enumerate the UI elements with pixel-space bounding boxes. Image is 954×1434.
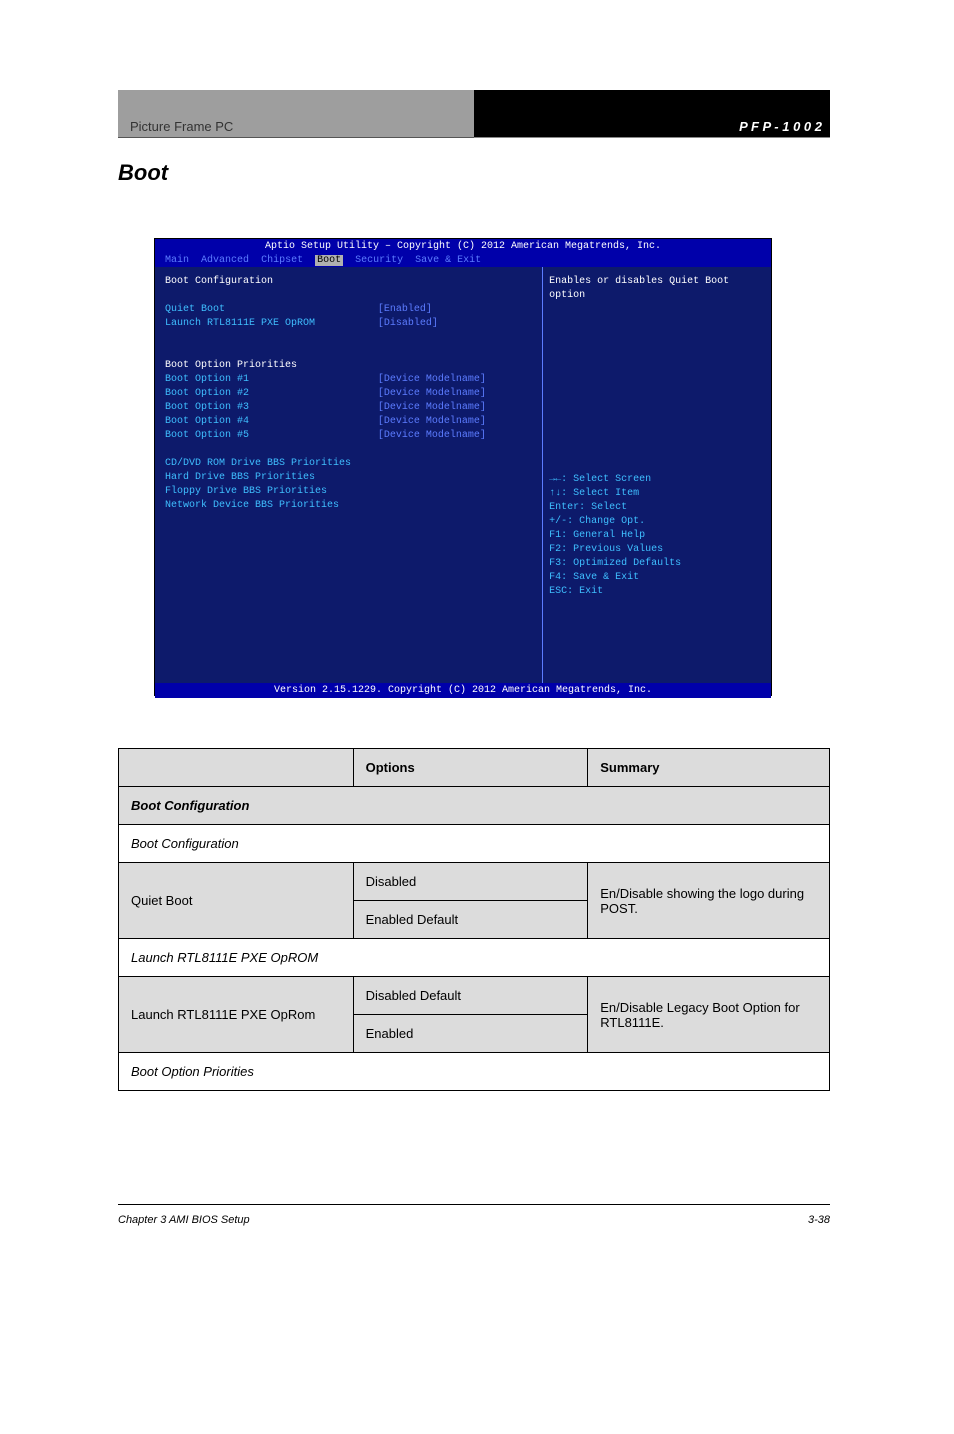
bbs-floppy[interactable]: Floppy Drive BBS Priorities	[165, 485, 532, 499]
bios-right-panel: Enables or disables Quiet Boot option →←…	[543, 267, 771, 683]
bbs-hdd[interactable]: Hard Drive BBS Priorities	[165, 471, 532, 485]
table-row-pxe: Launch RTL8111E PXE OpRom Disabled Defau…	[119, 977, 830, 1015]
table-row-quiet-boot: Quiet Boot Disabled En/Disable showing t…	[119, 863, 830, 901]
table-header-row: Options Summary	[119, 749, 830, 787]
page-header: Picture Frame PC P F P - 1 0 0 2	[118, 90, 830, 138]
bios-tab-security[interactable]: Security	[355, 255, 403, 266]
boot-option-4[interactable]: Boot Option #4 [Device Modelname]	[165, 415, 532, 429]
col-summary: Summary	[588, 749, 830, 787]
header-model-number: P F P - 1 0 0 2	[474, 90, 830, 138]
bios-help-text: Enables or disables Quiet Boot option	[549, 275, 765, 303]
boot-row-pxe-oprom[interactable]: Launch RTL8111E PXE OpROM [Disabled]	[165, 317, 532, 331]
footer-page-number: 3-38	[808, 1214, 830, 1226]
quiet-boot-value: [Enabled]	[378, 303, 532, 317]
pxe-oprom-value: [Disabled]	[378, 317, 532, 331]
bios-tab-save-exit[interactable]: Save & Exit	[415, 255, 481, 266]
bios-tab-bar: Main Advanced Chipset Boot Security Save…	[155, 254, 771, 267]
row-label: Quiet Boot	[119, 863, 354, 939]
bios-tab-main[interactable]: Main	[165, 255, 189, 266]
boot-option-2[interactable]: Boot Option #2 [Device Modelname]	[165, 387, 532, 401]
boot-option-1[interactable]: Boot Option #1 [Device Modelname]	[165, 373, 532, 387]
table-sub-pxe: Launch RTL8111E PXE OpROM	[119, 939, 830, 977]
boot-priorities-heading: Boot Option Priorities	[165, 359, 532, 373]
bios-screenshot: Aptio Setup Utility – Copyright (C) 2012…	[154, 238, 772, 696]
section-title: Boot	[118, 160, 168, 186]
settings-table: Options Summary Boot Configuration Boot …	[118, 748, 830, 1091]
quiet-boot-label: Quiet Boot	[165, 303, 378, 317]
pxe-oprom-label: Launch RTL8111E PXE OpROM	[165, 317, 378, 331]
bbs-cdrom[interactable]: CD/DVD ROM Drive BBS Priorities	[165, 457, 532, 471]
col-options: Options	[353, 749, 588, 787]
bios-tab-advanced[interactable]: Advanced	[201, 255, 249, 266]
bios-tab-boot[interactable]: Boot	[315, 255, 343, 266]
bios-tab-chipset[interactable]: Chipset	[261, 255, 303, 266]
footer-divider	[118, 1204, 830, 1205]
boot-option-5[interactable]: Boot Option #5 [Device Modelname]	[165, 429, 532, 443]
boot-row-quiet-boot[interactable]: Quiet Boot [Enabled]	[165, 303, 532, 317]
bios-left-panel: Boot Configuration Quiet Boot [Enabled] …	[155, 267, 543, 683]
table-sub-boot-config: Boot Configuration	[119, 825, 830, 863]
bios-title-bar: Aptio Setup Utility – Copyright (C) 2012…	[155, 239, 771, 254]
table-sub-boot-priorities: Boot Option Priorities	[119, 1053, 830, 1091]
footer-chapter: Chapter 3 AMI BIOS Setup	[118, 1214, 250, 1226]
table-subheader: Boot Configuration	[119, 787, 830, 825]
header-product-category: Picture Frame PC	[118, 90, 474, 138]
bios-version-bar: Version 2.15.1229. Copyright (C) 2012 Am…	[155, 683, 771, 698]
boot-config-heading: Boot Configuration	[165, 275, 532, 289]
boot-option-3[interactable]: Boot Option #3 [Device Modelname]	[165, 401, 532, 415]
bbs-network[interactable]: Network Device BBS Priorities	[165, 499, 532, 513]
bios-key-help: →←: Select Screen ↑↓: Select Item Enter:…	[549, 473, 765, 599]
